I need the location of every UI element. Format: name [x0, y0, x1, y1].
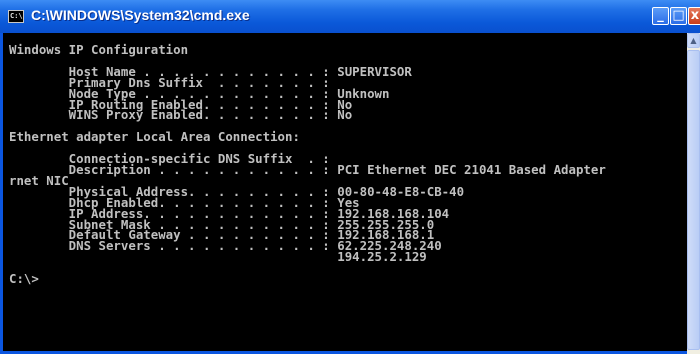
- scrollbar-thumb[interactable]: [687, 50, 700, 350]
- vertical-scrollbar[interactable]: ▲: [687, 33, 700, 354]
- scroll-up-arrow-icon[interactable]: ▲: [687, 33, 700, 48]
- console-line: Description . . . . . . . . . . . : PCI …: [9, 161, 606, 177]
- console-output-area[interactable]: Windows IP Configuration Host Name . . .…: [3, 33, 687, 351]
- maximize-button[interactable]: □: [670, 7, 687, 25]
- window-title: C:\WINDOWS\System32\cmd.exe: [31, 7, 250, 23]
- console-line: 194.25.2.129: [9, 249, 427, 265]
- console-line: C:\>: [9, 271, 39, 287]
- console-text: Windows IP Configuration Host Name . . .…: [3, 33, 687, 285]
- console-line: Ethernet adapter Local Area Connection:: [9, 129, 300, 145]
- console-line: Windows IP Configuration: [9, 42, 189, 57]
- cmd-icon[interactable]: C:\: [8, 10, 24, 23]
- cmd-window: C:\ C:\WINDOWS\System32\cmd.exe _ □ x Wi…: [0, 0, 700, 354]
- minimize-button[interactable]: _: [652, 7, 669, 25]
- title-bar[interactable]: C:\ C:\WINDOWS\System32\cmd.exe _ □ x: [0, 0, 700, 33]
- console-line: WINS Proxy Enabled. . . . . . . . : No: [9, 107, 353, 123]
- close-button[interactable]: x: [688, 7, 700, 25]
